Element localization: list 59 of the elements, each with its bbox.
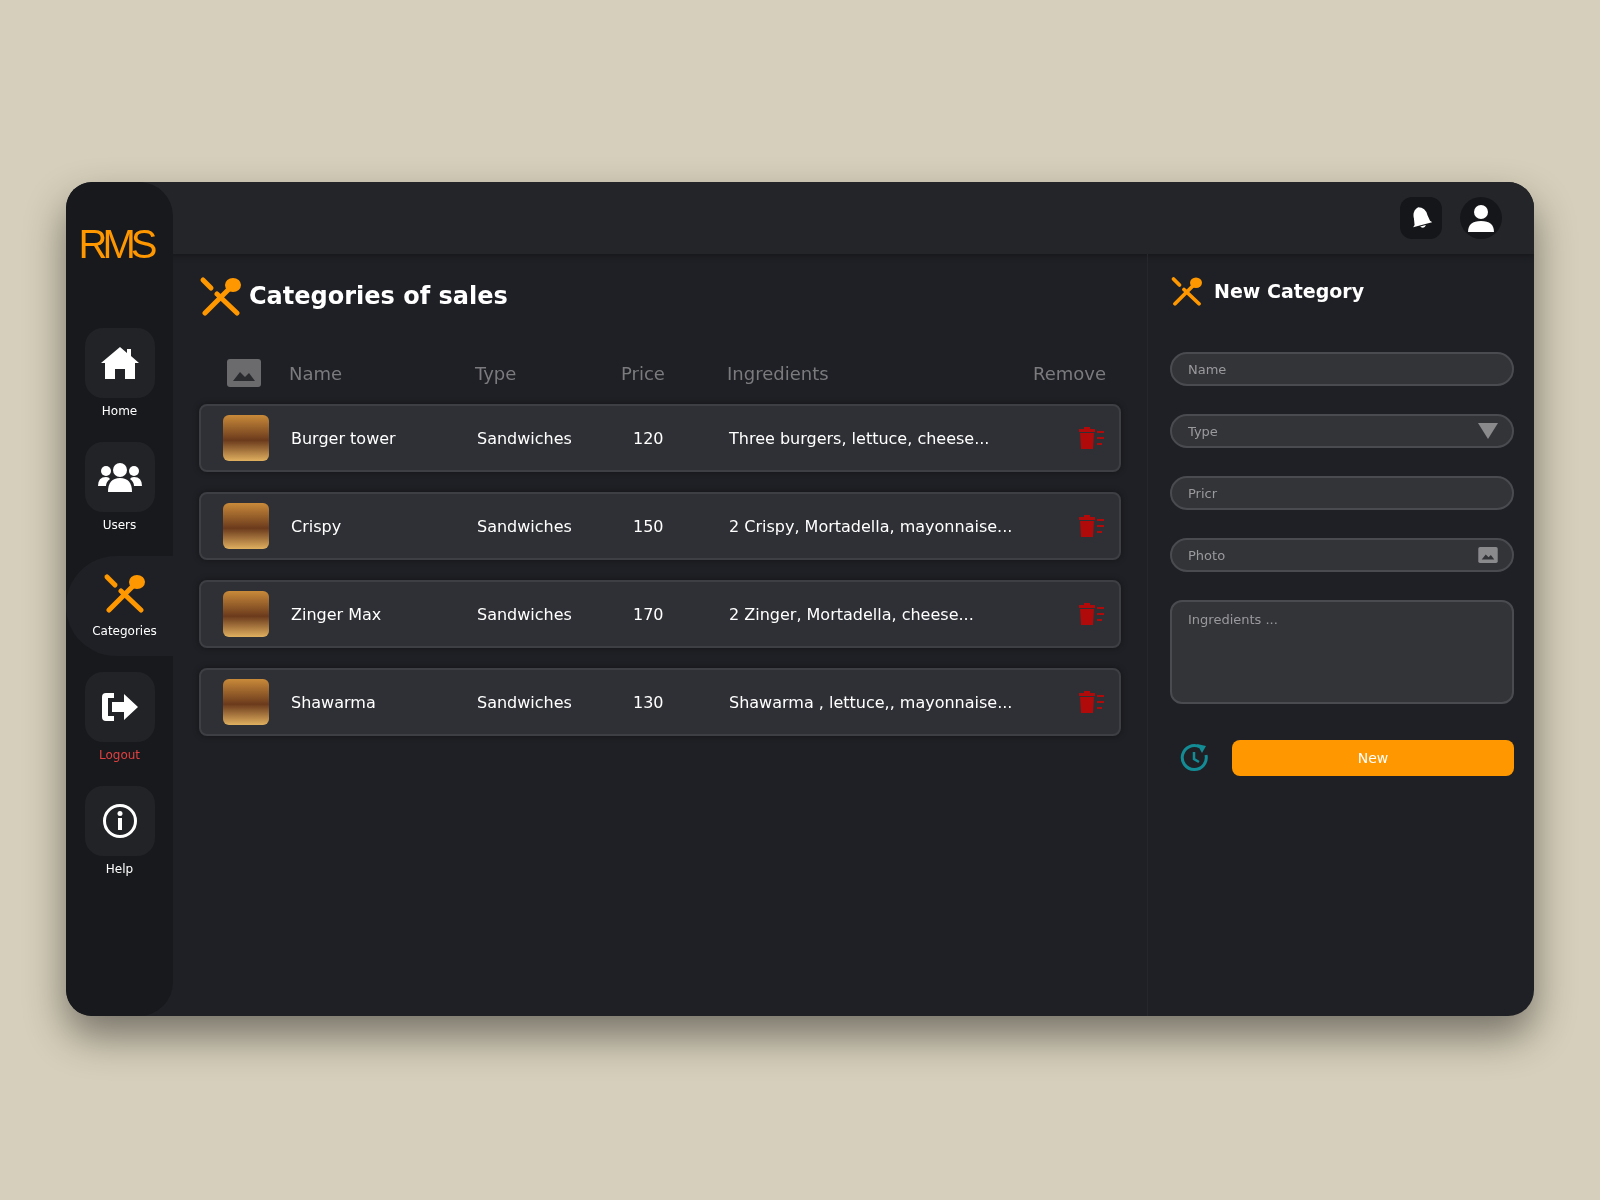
logo: RMS — [78, 224, 154, 264]
image-icon — [1478, 547, 1498, 563]
image-icon — [227, 359, 261, 387]
text-field[interactable]: Name — [1170, 352, 1514, 386]
photo-placeholder — [223, 591, 269, 637]
photo-field[interactable]: Photo — [1170, 538, 1514, 572]
type-dropdown[interactable]: Type — [1170, 414, 1514, 448]
table-cell-text: 120 — [632, 428, 665, 448]
table-cell-text: 130 — [632, 692, 665, 712]
notification-button[interactable] — [1400, 197, 1442, 239]
logout-icon — [99, 691, 140, 723]
column-header: Name — [289, 362, 344, 384]
page-title: Categories of sales — [249, 282, 508, 310]
users-icon — [97, 462, 142, 492]
table-cell-text: 170 — [632, 604, 665, 624]
column-header: Remove — [1033, 362, 1108, 384]
table-cell-text: Zinger Max — [291, 604, 383, 624]
fork-spoon-icon — [1170, 276, 1204, 306]
table-cell-text: 2 Zinger, Mortadella, cheese... — [729, 604, 975, 624]
table-cell-text: Sandwiches — [477, 428, 573, 448]
table-cell-text: Shawarma , lettuce,, mayonnaise... — [729, 692, 1014, 712]
table-cell-text: 150 — [632, 516, 665, 536]
nav-item[interactable]: Users — [66, 442, 173, 540]
text-field[interactable]: Pricr — [1170, 476, 1514, 510]
column-header: Ingredients — [727, 362, 830, 384]
photo-placeholder — [223, 415, 269, 461]
photo-placeholder — [223, 679, 269, 725]
delete-button[interactable] — [1077, 426, 1105, 450]
photo-placeholder — [223, 503, 269, 549]
delete-button[interactable] — [1077, 690, 1105, 714]
dropdown-arrow-icon — [1478, 423, 1498, 439]
nav-item[interactable]: Logout — [66, 672, 173, 770]
profile-button[interactable] — [1460, 197, 1502, 239]
user-icon — [1466, 203, 1496, 233]
ingredients-field[interactable]: Ingredients ... — [1170, 600, 1514, 704]
table-cell-text: Sandwiches — [477, 516, 573, 536]
table-cell-text: Crispy — [291, 516, 343, 536]
trash-icon — [1077, 514, 1105, 538]
table-cell-text: Sandwiches — [477, 604, 573, 624]
fork-spoon-icon — [199, 276, 243, 316]
bell-icon — [1410, 206, 1432, 230]
nav-item[interactable]: Help — [66, 786, 173, 884]
column-header: Price — [621, 362, 666, 384]
clock-refresh-icon — [1180, 743, 1210, 773]
delete-button[interactable] — [1077, 602, 1105, 626]
trash-icon — [1077, 690, 1105, 714]
column-header: Type — [475, 362, 518, 384]
form-title: New Category — [1214, 280, 1365, 302]
table-cell-text: 2 Crispy, Mortadella, mayonnaise... — [729, 516, 1014, 536]
table-cell-text: Sandwiches — [477, 692, 573, 712]
table-cell-text: Burger tower — [291, 428, 397, 448]
trash-icon — [1077, 426, 1105, 450]
fork-spoon-icon — [102, 573, 147, 613]
info-icon — [101, 803, 138, 839]
delete-button[interactable] — [1077, 514, 1105, 538]
trash-icon — [1077, 602, 1105, 626]
table-cell-text: Three burgers, lettuce, cheese... — [729, 428, 991, 448]
nav-item[interactable]: Home — [66, 328, 173, 426]
table-cell-text: Shawarma — [291, 692, 377, 712]
